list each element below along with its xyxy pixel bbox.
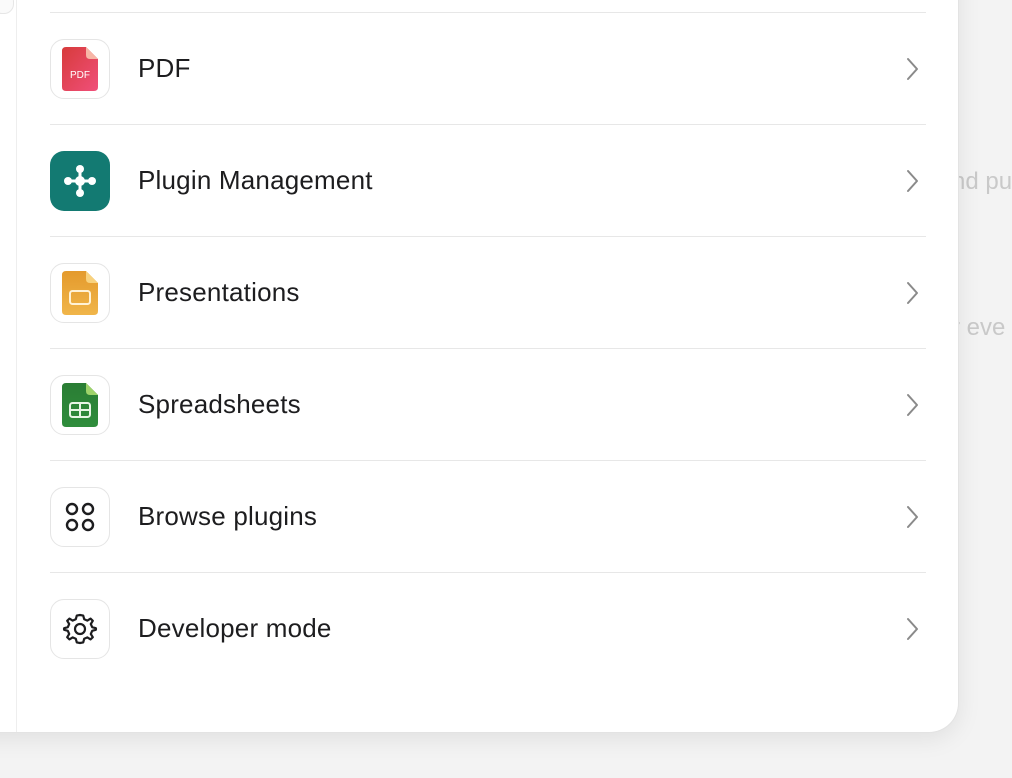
menu-item-label: PDF [138, 53, 191, 83]
menu-item-label: Developer mode [138, 613, 332, 643]
menu-item-spreadsheets[interactable]: Spreadsheets [50, 349, 926, 461]
chevron-right-icon [907, 505, 918, 528]
chevron-right-icon [907, 57, 918, 80]
presentations-icon [50, 262, 110, 323]
menu-item-developer-mode[interactable]: Developer mode [50, 573, 926, 684]
plugin-management-icon [50, 150, 110, 211]
panel-corner [0, 0, 14, 14]
chevron-right-icon [907, 617, 918, 640]
spreadsheets-icon [50, 374, 110, 435]
panel-left-divider [16, 0, 17, 732]
background-text: r eve [952, 314, 1006, 341]
menu-item-plugin-management[interactable]: Plugin Management [50, 125, 926, 237]
menu-item-label: Presentations [138, 277, 300, 307]
menu-item-label: Browse plugins [138, 501, 318, 531]
plugin-panel: PDF PDF Plugin Management Presentations … [0, 0, 959, 733]
pdf-icon-text: PDF [70, 70, 90, 81]
pdf-icon: PDF [50, 38, 110, 99]
grid-circles-icon [50, 486, 110, 547]
menu-item-pdf[interactable]: PDF PDF [50, 13, 926, 125]
background-text: nd pu [952, 168, 1012, 195]
menu-item-label: Spreadsheets [138, 389, 301, 419]
menu-item-presentations[interactable]: Presentations [50, 237, 926, 349]
menu-item-browse-plugins[interactable]: Browse plugins [50, 461, 926, 573]
menu-list: PDF PDF Plugin Management Presentations … [50, 12, 926, 684]
chevron-right-icon [907, 169, 918, 192]
chevron-right-icon [907, 281, 918, 304]
chevron-right-icon [907, 393, 918, 416]
gear-icon [50, 598, 110, 659]
menu-item-label: Plugin Management [138, 165, 373, 195]
